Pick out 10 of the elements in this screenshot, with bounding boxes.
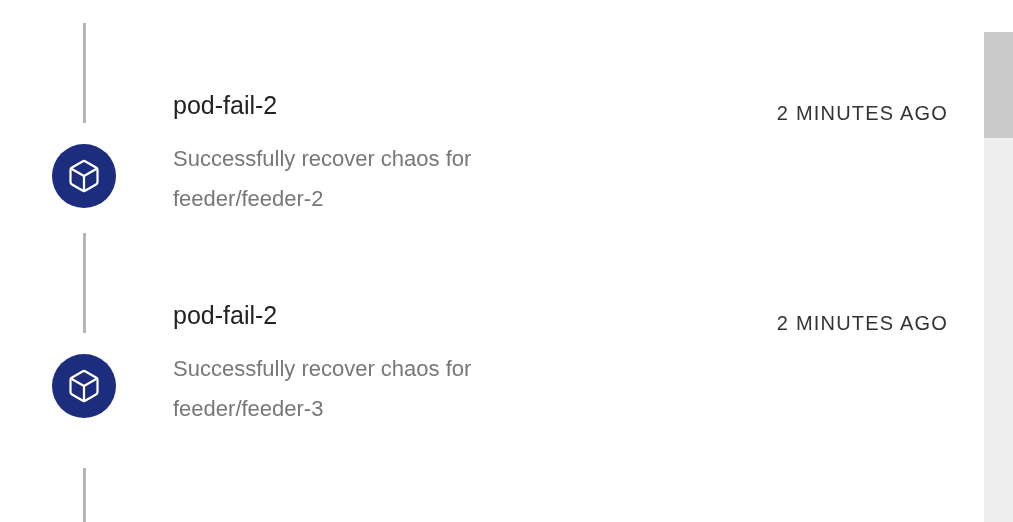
event-description: Successfully recover chaos for feeder/feeder-3: [173, 355, 473, 423]
event-time: 2 MINUTES AGO: [776, 101, 948, 126]
event-time: 2 MINUTES AGO: [776, 311, 948, 336]
event-description: Successfully recover chaos for feeder/feeder-2: [173, 145, 473, 213]
event-title: pod-fail-2: [173, 300, 278, 331]
cube-icon: [66, 368, 102, 404]
cube-icon: [66, 158, 102, 194]
scrollbar-track[interactable]: [984, 32, 1013, 522]
scrollbar-thumb[interactable]: [984, 32, 1013, 138]
event-title: pod-fail-2: [173, 90, 278, 121]
